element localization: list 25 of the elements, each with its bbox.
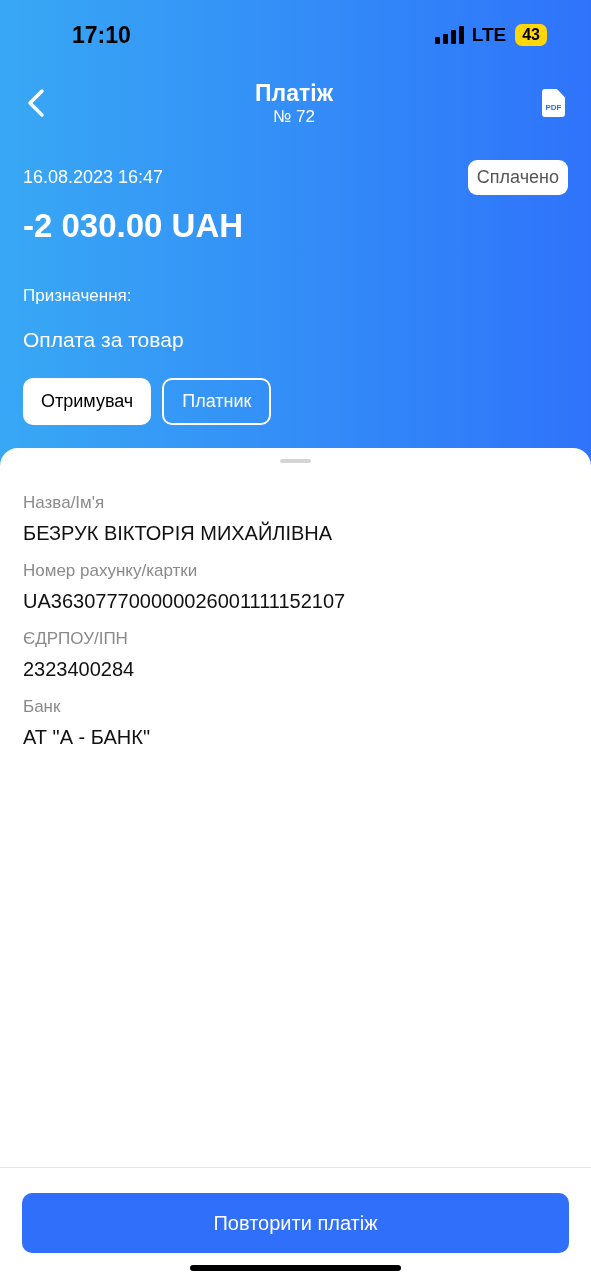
field-label: Банк: [23, 695, 62, 718]
page-title: Платіж: [255, 79, 333, 107]
field-value: 2323400284: [23, 656, 136, 682]
purpose-label: Призначення:: [23, 284, 133, 307]
party-tab[interactable]: Отримувач: [23, 377, 152, 425]
field-value: АТ "А - БАНК": [23, 724, 151, 750]
payment-amount: -2 030.00 UAH: [23, 206, 245, 246]
status-time: 17:10: [72, 20, 131, 50]
party-tab[interactable]: Платник: [162, 377, 272, 425]
payment-number: № 72: [273, 107, 315, 127]
pdf-icon[interactable]: PDF: [542, 89, 565, 117]
status-badge: Сплачено: [467, 160, 568, 195]
field-label: Назва/Ім'я: [23, 491, 106, 514]
battery-indicator: 43: [515, 24, 547, 46]
field-label: Номер рахунку/картки: [23, 559, 199, 582]
purpose-text: Оплата за товар: [23, 327, 185, 353]
payment-datetime: 16.08.2023 16:47: [23, 166, 164, 189]
field-value: UA363077700000026001111152107: [23, 588, 347, 614]
back-icon[interactable]: [26, 88, 46, 118]
field-value: БЕЗРУК ВІКТОРІЯ МИХАЙЛІВНА: [23, 520, 334, 546]
field-label: ЄДРПОУ/ІПН: [23, 627, 129, 650]
drag-handle[interactable]: [280, 458, 311, 463]
network-label: LTE: [471, 22, 507, 47]
signal-icon: [434, 26, 465, 44]
repeat-payment-button[interactable]: Повторити платіж: [22, 1193, 569, 1253]
